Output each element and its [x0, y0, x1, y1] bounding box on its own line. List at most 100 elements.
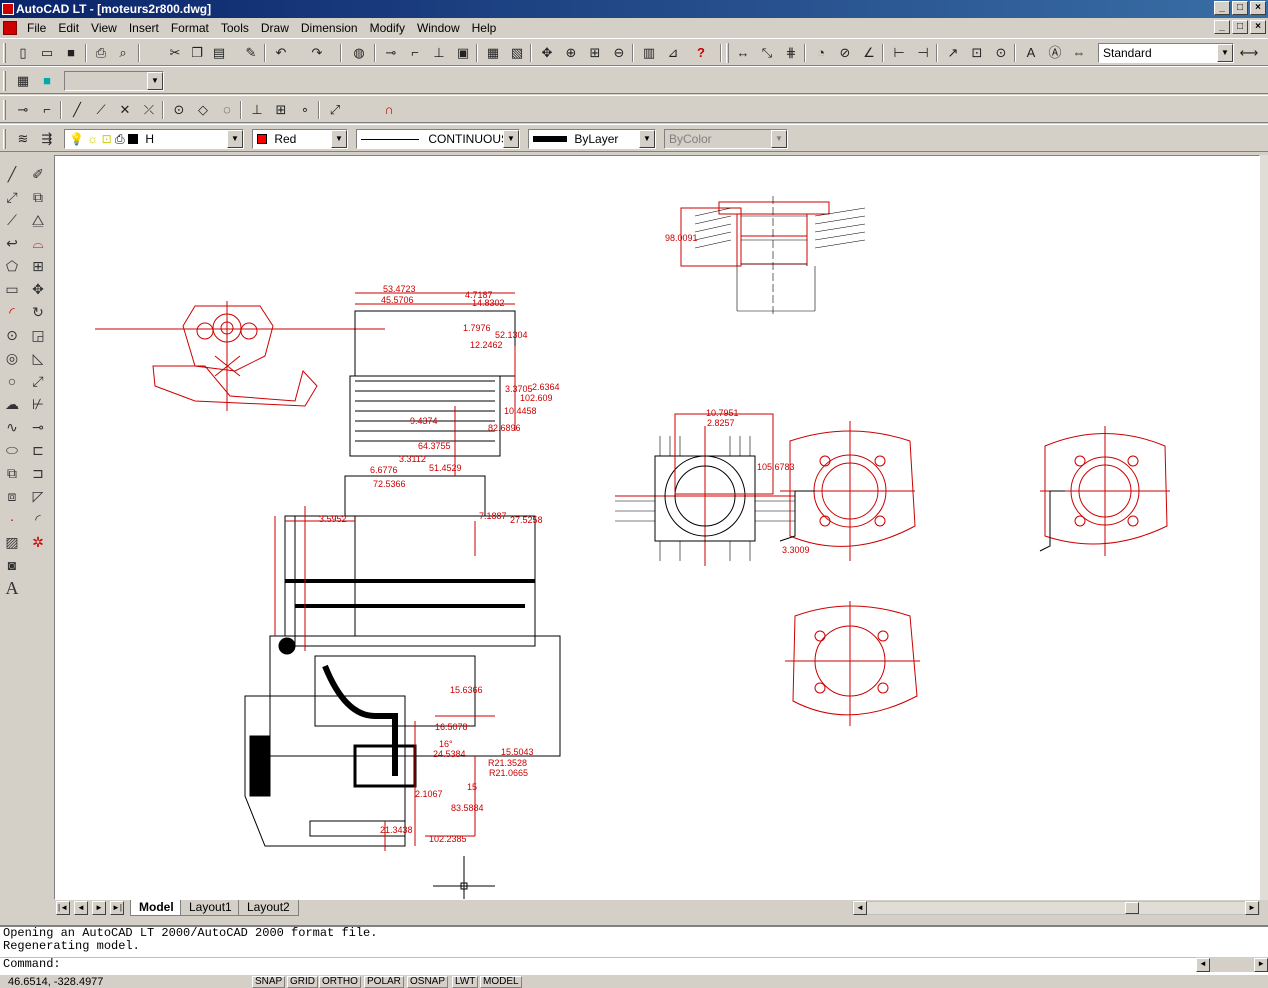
app-icon[interactable]: [2, 3, 14, 15]
menu-draw[interactable]: Draw: [255, 19, 295, 37]
tolerance-icon[interactable]: ⊡: [966, 43, 988, 63]
arc-icon[interactable]: ◜: [1, 301, 23, 323]
endpoint-icon[interactable]: ╱: [66, 100, 88, 120]
scale-icon[interactable]: ◲: [27, 324, 49, 346]
rotate-icon[interactable]: ↻: [27, 301, 49, 323]
menu-help[interactable]: Help: [466, 19, 503, 37]
insertion-icon[interactable]: ⊞: [270, 100, 292, 120]
circle-icon[interactable]: ⊙: [1, 324, 23, 346]
explode-icon[interactable]: ✲: [27, 531, 49, 553]
zoom-previous-icon[interactable]: ⊖: [608, 43, 630, 63]
toolbar-grip[interactable]: [3, 43, 6, 63]
drawing-area[interactable]: 53.4723 45.5706 4.7187 14.8302 1.7976 52…: [54, 155, 1260, 900]
leader-icon[interactable]: ↗: [942, 43, 964, 63]
chevron-down-icon[interactable]: ▼: [639, 130, 655, 148]
doc-close-button[interactable]: ×: [1250, 20, 1266, 34]
trim-icon[interactable]: ⊬: [27, 393, 49, 415]
doc-restore-button[interactable]: □: [1232, 20, 1248, 34]
toolbar-grip[interactable]: [3, 100, 6, 120]
maximize-button[interactable]: □: [1232, 1, 1248, 15]
center-icon[interactable]: ⊙: [168, 100, 190, 120]
polygon-icon[interactable]: ⬠: [1, 255, 23, 277]
rectangle-icon[interactable]: ▭: [1, 278, 23, 300]
array-icon[interactable]: ⊞: [27, 255, 49, 277]
tab-layout2[interactable]: Layout2: [238, 900, 299, 916]
ellipse-circle-icon[interactable]: ○: [1, 370, 23, 392]
vertical-scrollbar[interactable]: [1260, 155, 1268, 900]
named-views-icon[interactable]: ▣: [452, 43, 474, 63]
scroll-left-icon[interactable]: ◄: [853, 901, 867, 915]
paste-icon[interactable]: ▤: [208, 43, 230, 63]
break-icon[interactable]: ⊏: [27, 439, 49, 461]
line-icon[interactable]: ╱: [1, 163, 23, 185]
node-icon[interactable]: ∘: [294, 100, 316, 120]
offset-icon[interactable]: ⌓: [27, 232, 49, 254]
ucs-list-icon[interactable]: ▦: [12, 71, 34, 91]
help-icon[interactable]: ?: [690, 43, 712, 63]
insert-block-icon[interactable]: ⧉: [1, 462, 23, 484]
doc-minimize-button[interactable]: _: [1214, 20, 1230, 34]
menu-format[interactable]: Format: [165, 19, 215, 37]
minimize-button[interactable]: _: [1214, 1, 1230, 15]
color-select[interactable]: Red ▼: [252, 129, 348, 149]
make-block-icon[interactable]: ⧈: [1, 485, 23, 507]
zoom-realtime-icon[interactable]: ⊕: [560, 43, 582, 63]
undo-icon[interactable]: ↶: [270, 43, 292, 63]
nearest-icon[interactable]: ⤢: [324, 100, 346, 120]
break-at-point-icon[interactable]: ⊐: [27, 462, 49, 484]
fillet-icon[interactable]: ◜: [27, 508, 49, 530]
ortho-toggle[interactable]: ORTHO: [319, 976, 361, 988]
dim-edit-icon[interactable]: A: [1020, 43, 1042, 63]
ucs-icon[interactable]: ⊥: [428, 43, 450, 63]
perpendicular-icon[interactable]: ⊥: [246, 100, 268, 120]
quadrant-icon[interactable]: ◇: [192, 100, 214, 120]
menu-dimension[interactable]: Dimension: [295, 19, 364, 37]
toolbar-grip[interactable]: [726, 43, 729, 63]
tab-last-button[interactable]: ►|: [110, 901, 124, 915]
dim-update-icon[interactable]: ⇔: [1068, 43, 1090, 63]
revcloud-icon[interactable]: ☁: [1, 393, 23, 415]
apparent-intersection-icon[interactable]: ⤫: [138, 100, 160, 120]
close-button[interactable]: ×: [1250, 1, 1266, 15]
aligned-dim-icon[interactable]: ⤡: [756, 43, 778, 63]
tab-layout1[interactable]: Layout1: [180, 900, 241, 916]
tab-prev-button[interactable]: ◄: [74, 901, 88, 915]
lwt-toggle[interactable]: LWT: [452, 976, 479, 988]
scroll-right-icon[interactable]: ►: [1254, 958, 1268, 972]
hatch-icon[interactable]: ▨: [1, 531, 23, 553]
center-mark-icon[interactable]: ⊙: [990, 43, 1012, 63]
chevron-down-icon[interactable]: ▼: [331, 130, 347, 148]
linetype-select[interactable]: CONTINUOUS ▼: [356, 129, 520, 149]
chevron-down-icon[interactable]: ▼: [771, 130, 787, 148]
zoom-window-icon[interactable]: ⊞: [584, 43, 606, 63]
diameter-dim-icon[interactable]: ⊘: [834, 43, 856, 63]
multiline-icon[interactable]: ↩: [1, 232, 23, 254]
osnap-none-icon[interactable]: ∩: [378, 100, 400, 120]
layer-select[interactable]: 💡 ☼ ⊡ ⎙ H ▼: [64, 129, 244, 149]
chevron-down-icon[interactable]: ▼: [227, 130, 243, 148]
copy-icon[interactable]: ❐: [186, 43, 208, 63]
lengthen-icon[interactable]: ⤢: [27, 370, 49, 392]
scroll-right-icon[interactable]: ►: [1245, 901, 1259, 915]
intersection-icon[interactable]: ✕: [114, 100, 136, 120]
ellipse-icon[interactable]: ⬭: [1, 439, 23, 461]
document-icon[interactable]: [3, 21, 17, 35]
radius-dim-icon[interactable]: ◔: [810, 43, 832, 63]
polar-toggle[interactable]: POLAR: [364, 976, 404, 988]
browse-web-icon[interactable]: ◍: [348, 43, 370, 63]
ordinate-dim-icon[interactable]: ⋕: [780, 43, 802, 63]
tab-model[interactable]: Model: [130, 900, 183, 916]
cut-icon[interactable]: ✂: [164, 43, 186, 63]
tab-next-button[interactable]: ►: [92, 901, 106, 915]
scroll-thumb[interactable]: [1125, 902, 1139, 914]
copy-object-icon[interactable]: ⧉: [27, 186, 49, 208]
osnap-temp-icon[interactable]: ⊸: [12, 100, 34, 120]
menu-modify[interactable]: Modify: [364, 19, 411, 37]
dimension-style-icon[interactable]: ⟷: [1238, 43, 1260, 63]
region-icon[interactable]: ◙: [1, 554, 23, 576]
mirror-icon[interactable]: ⧋: [27, 209, 49, 231]
ucs-select[interactable]: ▼: [64, 71, 164, 91]
snap-toggle[interactable]: SNAP: [252, 976, 286, 988]
continue-dim-icon[interactable]: ⊣: [912, 43, 934, 63]
design-center-icon[interactable]: ⊿: [662, 43, 684, 63]
